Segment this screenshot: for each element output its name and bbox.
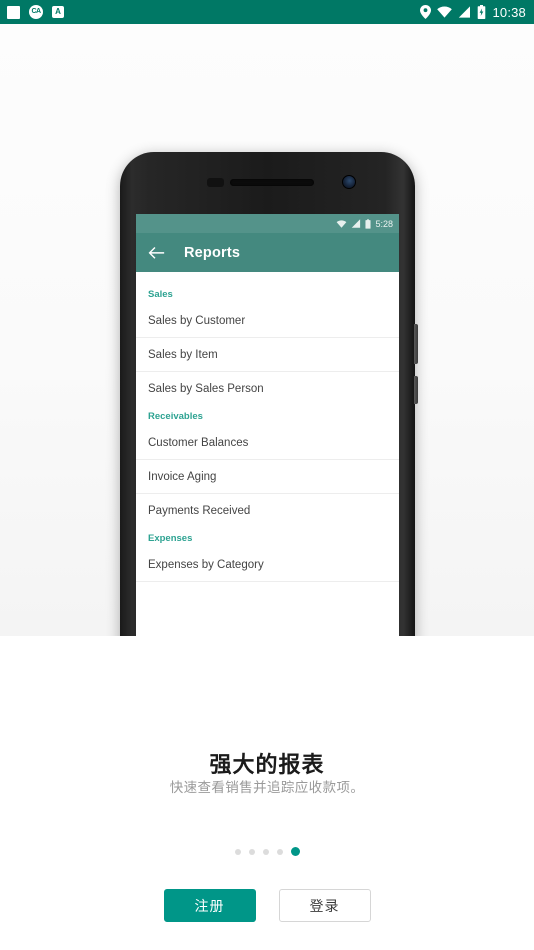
- phone-screen: 5:28 Reports Sales Sales by Customer Sal…: [136, 214, 399, 636]
- app-box-notification-icon: A: [52, 6, 64, 18]
- page-dot-1[interactable]: [234, 848, 241, 855]
- proximity-sensor-icon: [207, 178, 224, 187]
- front-camera-icon: [342, 175, 356, 189]
- battery-icon: [365, 218, 372, 229]
- section-header-sales: Sales: [148, 289, 173, 300]
- onboarding-screen: CA A 10:38 5:28 Reports Sales Sales by C…: [0, 0, 534, 950]
- page-dot-3[interactable]: [262, 848, 269, 855]
- location-icon: [420, 5, 432, 19]
- cellular-signal-icon: [351, 219, 361, 228]
- status-bar-indicators: 10:38: [420, 5, 526, 20]
- wifi-icon: [437, 6, 453, 18]
- battery-charging-icon: [477, 5, 486, 19]
- login-button[interactable]: 登录: [278, 889, 371, 922]
- clipped-list-text: [136, 274, 399, 284]
- action-buttons: 注册 登录: [0, 889, 534, 922]
- list-item[interactable]: Payments Received: [136, 494, 399, 528]
- earpiece-speaker-icon: [230, 179, 314, 186]
- list-item[interactable]: Invoice Aging: [136, 460, 399, 494]
- page-dot-4[interactable]: [276, 848, 283, 855]
- wifi-icon: [336, 219, 347, 228]
- cellular-signal-icon: [458, 6, 471, 18]
- system-clock: 10:38: [492, 4, 526, 20]
- page-dot-5-active[interactable]: [290, 847, 300, 856]
- list-item[interactable]: Customer Balances: [136, 426, 399, 460]
- app-bar: Reports: [136, 233, 399, 272]
- status-bar-notifications: CA A: [7, 5, 64, 19]
- list-item[interactable]: Sales by Customer: [136, 304, 399, 338]
- phone-mockup: 5:28 Reports Sales Sales by Customer Sal…: [120, 152, 418, 636]
- hero-illustration-area: 5:28 Reports Sales Sales by Customer Sal…: [0, 24, 534, 636]
- screenshot-notification-icon: [7, 5, 20, 19]
- app-clock: 5:28: [375, 218, 393, 229]
- list-item[interactable]: Sales by Item: [136, 338, 399, 372]
- page-subtitle: 快速查看销售并追踪应收款项。: [169, 780, 365, 796]
- onboarding-content: 强大的报表 快速查看销售并追踪应收款项。 注册 登录: [0, 636, 534, 950]
- signup-button[interactable]: 注册: [163, 889, 256, 922]
- list-item[interactable]: Expenses by Category: [136, 548, 399, 582]
- volume-button[interactable]: [414, 376, 418, 404]
- power-button[interactable]: [414, 324, 418, 364]
- app-bar-title: Reports: [184, 244, 241, 261]
- list-item[interactable]: Sales by Sales Person: [136, 372, 399, 406]
- section-header-expenses: Expenses: [148, 533, 193, 544]
- section-header-receivables: Receivables: [148, 411, 203, 422]
- back-arrow-icon[interactable]: [148, 246, 165, 260]
- app-status-bar: 5:28: [136, 214, 399, 233]
- page-title: 强大的报表: [209, 753, 325, 778]
- reports-list: Sales Sales by Customer Sales by Item Sa…: [136, 272, 399, 582]
- system-status-bar: CA A 10:38: [0, 0, 534, 24]
- page-indicator: [0, 847, 534, 856]
- page-dot-2[interactable]: [248, 848, 255, 855]
- app-circle-notification-icon: CA: [29, 5, 43, 19]
